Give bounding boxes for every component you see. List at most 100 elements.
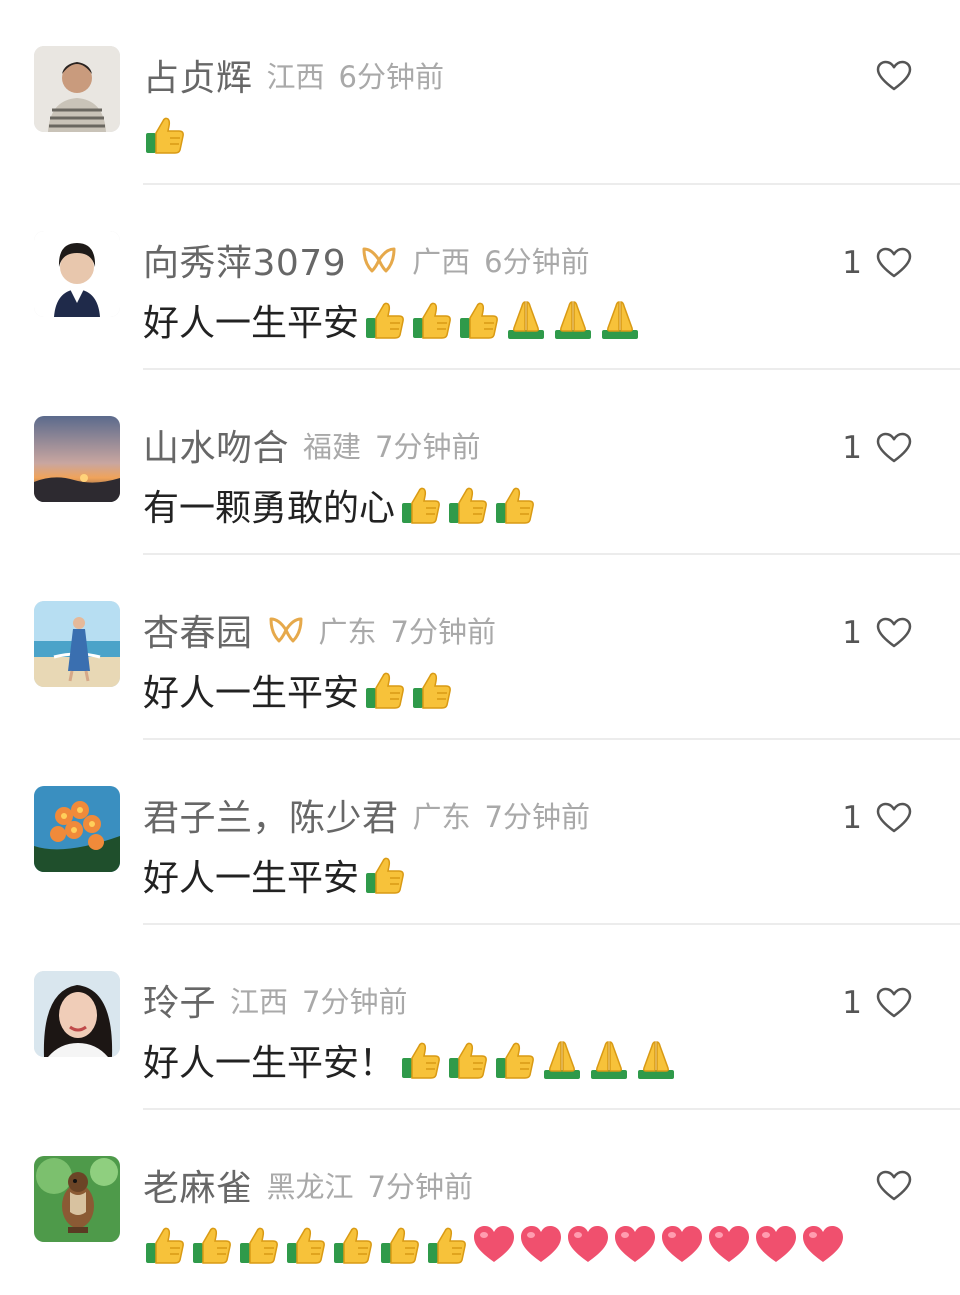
thumbs-up-icon [143,113,187,157]
like-count: 1 [842,430,862,466]
thumbs-up-icon [190,1223,234,1267]
emoji-group [363,298,645,342]
comment-meta: 杏春园 广东 7分钟前 [143,604,496,656]
avatar[interactable] [34,786,120,872]
comment-item: 君子兰，陈少君 广东 7分钟前好人一生平安 1 [0,740,960,925]
comment-meta: 老麻雀 黑龙江 7分钟前 [143,1159,473,1211]
comment-meta: 君子兰，陈少君 广东 7分钟前 [143,789,590,841]
thumbs-up-icon [457,298,501,342]
emoji-group [363,668,457,712]
thumbs-up-icon [493,483,537,527]
comment-text [143,1220,848,1270]
like-button[interactable]: 1 [842,615,912,651]
like-count: 1 [842,615,862,651]
folded-hands-icon [587,1038,631,1082]
comment-body: 好人一生平安！ [143,1043,396,1084]
comment-text: 好人一生平安 [143,295,645,345]
red-heart-icon [519,1223,563,1267]
username[interactable]: 占贞辉 [143,49,253,101]
timestamp: 7分钟前 [484,800,590,834]
heart-outline-icon[interactable] [876,247,912,279]
username[interactable]: 老麻雀 [143,1159,253,1211]
emoji-group [143,113,190,157]
emoji-group [399,1038,681,1082]
comment-item: 老麻雀 黑龙江 7分钟前 [0,1110,960,1295]
thumbs-up-icon [399,1038,443,1082]
timestamp: 7分钟前 [367,1170,473,1204]
comment-body: 有一颗勇敢的心 [143,488,396,529]
username[interactable]: 玲子 [143,974,216,1026]
comment-meta: 占贞辉 江西 6分钟前 [143,49,444,101]
timestamp: 6分钟前 [484,245,590,279]
folded-hands-icon [634,1038,678,1082]
heart-outline-icon[interactable] [876,802,912,834]
comment-body: 好人一生平安 [143,858,360,899]
thumbs-up-icon [331,1223,375,1267]
thumbs-up-icon [425,1223,469,1267]
avatar[interactable] [34,46,120,132]
thumbs-up-icon [446,483,490,527]
comment-item: 玲子 江西 7分钟前 好人一生平安！ 1 [0,925,960,1110]
username[interactable]: 杏春园 [143,604,253,656]
avatar[interactable] [34,1156,120,1242]
heart-outline-icon[interactable] [876,1170,912,1202]
red-heart-icon [660,1223,704,1267]
thumbs-up-icon [284,1223,328,1267]
username[interactable]: 山水吻合 [143,419,289,471]
location-label: 黑龙江 [266,1170,354,1204]
heart-outline-icon[interactable] [876,617,912,649]
thumbs-up-icon [410,668,454,712]
comment-body: 好人一生平安 [143,303,360,344]
thumbs-up-icon [363,298,407,342]
red-heart-icon [566,1223,610,1267]
thumbs-up-icon [378,1223,422,1267]
heart-outline-icon[interactable] [876,432,912,464]
like-count: 1 [842,985,862,1021]
thumbs-up-icon [446,1038,490,1082]
like-button[interactable]: 1 [842,800,912,836]
username[interactable]: 向秀萍3079 [143,234,346,286]
like-button[interactable]: 1 [842,245,912,281]
avatar[interactable] [34,231,120,317]
timestamp: 7分钟前 [302,985,408,1019]
thumbs-up-icon [493,1038,537,1082]
thumbs-up-icon [143,1223,187,1267]
comment-text: 好人一生平安 [143,665,457,715]
location-label: 福建 [303,430,362,464]
folded-hands-icon [551,298,595,342]
like-button[interactable]: 1 [842,985,912,1021]
like-button[interactable] [852,60,912,92]
folded-hands-icon [540,1038,584,1082]
like-button[interactable]: 1 [842,430,912,466]
comment-item: 向秀萍3079 广西 6分钟前好人一生平安 1 [0,185,960,370]
username[interactable]: 君子兰，陈少君 [143,789,399,841]
like-count: 1 [842,800,862,836]
comment-meta: 向秀萍3079 广西 6分钟前 [143,234,590,286]
avatar[interactable] [34,601,120,687]
heart-outline-icon[interactable] [876,987,912,1019]
red-heart-icon [801,1223,845,1267]
comment-item: 占贞辉 江西 6分钟前 [0,0,960,185]
red-heart-icon [707,1223,751,1267]
folded-hands-icon [598,298,642,342]
thumbs-up-icon [237,1223,281,1267]
comment-text: 好人一生平安！ [143,1035,681,1085]
thumbs-up-icon [410,298,454,342]
comment-list: 占贞辉 江西 6分钟前 向秀萍3079 广西 6分钟前 好人一生平安 1 山水吻合 福建 7分钟前有… [0,0,960,1295]
like-button[interactable] [852,1170,912,1202]
folded-hands-icon [504,298,548,342]
comment-item: 杏春园 广东 7分钟前 好人一生平安 1 [0,555,960,740]
location-label: 江西 [266,60,325,94]
thumbs-up-icon [399,483,443,527]
vip-badge-icon [267,615,305,645]
location-label: 广东 [412,800,471,834]
emoji-group [399,483,540,527]
heart-outline-icon[interactable] [876,60,912,92]
timestamp: 7分钟前 [375,430,481,464]
location-label: 广西 [412,245,471,279]
emoji-group [363,853,410,897]
vip-badge-icon [360,245,398,275]
avatar[interactable] [34,971,120,1057]
red-heart-icon [613,1223,657,1267]
avatar[interactable] [34,416,120,502]
